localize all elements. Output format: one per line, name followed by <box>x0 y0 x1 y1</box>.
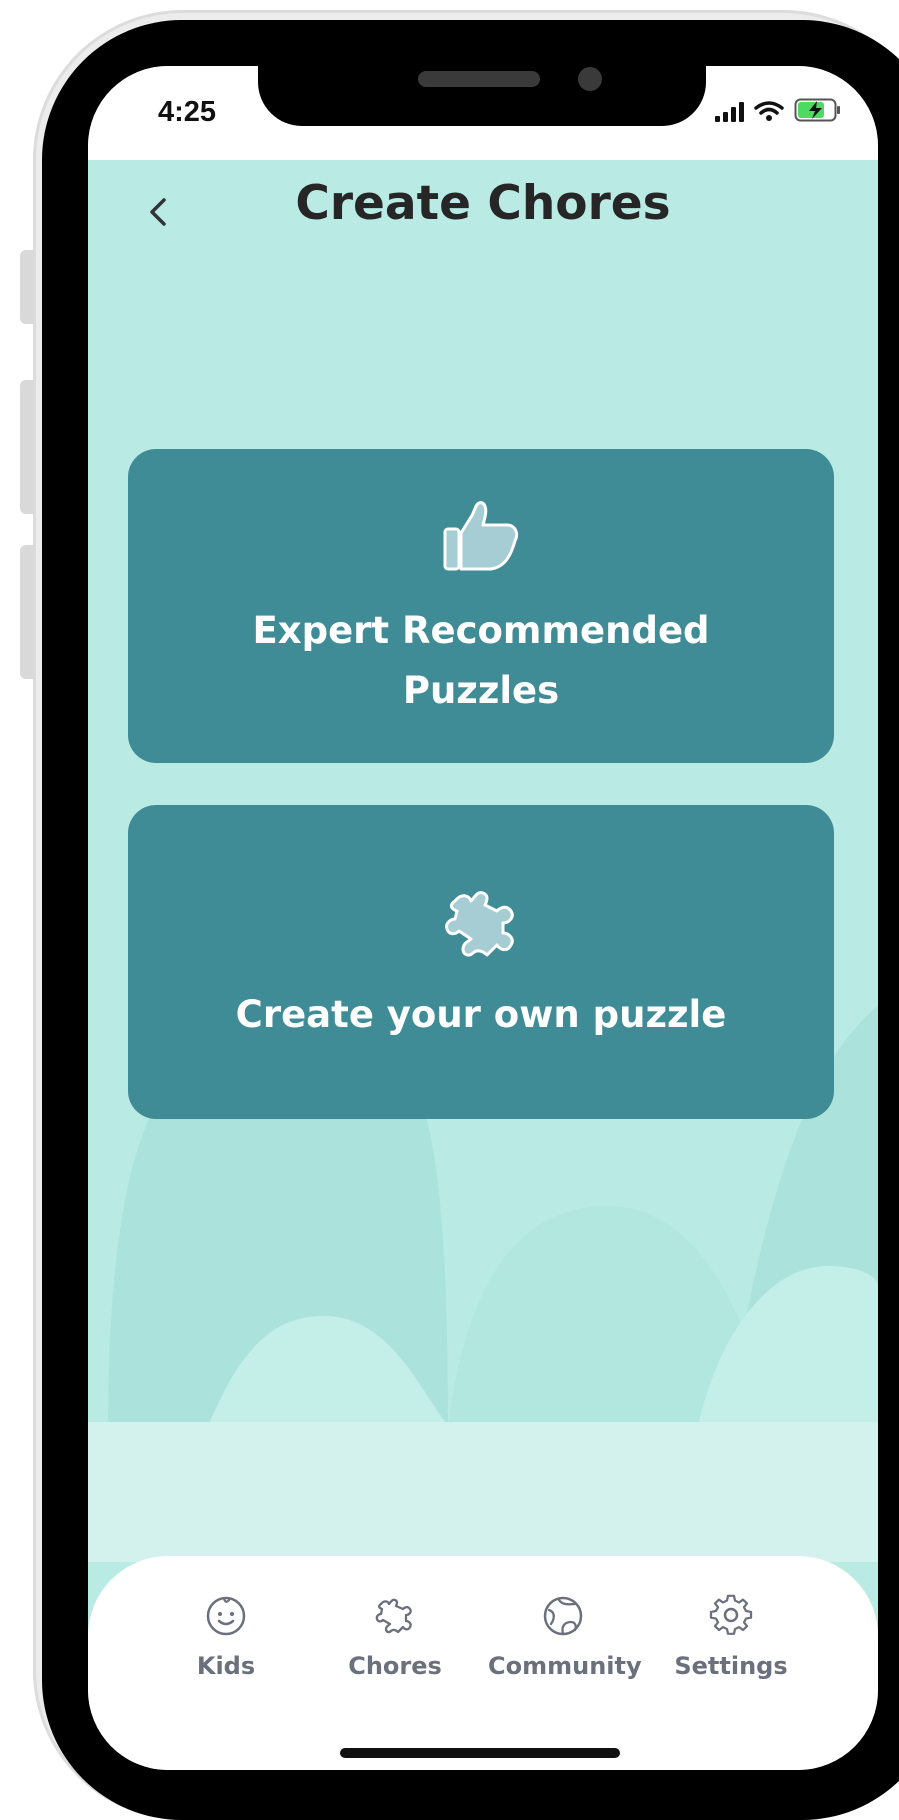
thumbs-up-icon <box>443 501 519 571</box>
status-time: 4:25 <box>158 96 217 128</box>
nav-label-kids: Kids <box>196 1652 256 1680</box>
status-icons <box>715 98 844 122</box>
cellular-signal-icon <box>715 102 744 122</box>
card-label: Create your own puzzle <box>235 993 727 1036</box>
front-camera <box>578 67 602 91</box>
nav-label-chores: Chores <box>348 1652 442 1680</box>
gear-icon <box>709 1594 753 1635</box>
puzzle-piece-icon <box>445 891 514 957</box>
volume-down-button <box>20 545 34 679</box>
battery-charging-icon <box>794 98 840 122</box>
nav-item-chores[interactable]: Chores <box>320 1594 470 1680</box>
bottom-nav: Kids Chores Community Settings <box>88 1556 878 1770</box>
home-indicator[interactable] <box>340 1748 620 1758</box>
nav-item-settings[interactable]: Settings <box>656 1594 806 1680</box>
expert-recommended-puzzles-card[interactable]: Expert Recommended Puzzles <box>128 449 834 763</box>
device-notch <box>258 66 706 126</box>
app-screen: 4:25 Create Chores Expert Recommended Pu… <box>88 66 878 1770</box>
globe-icon <box>543 1596 583 1636</box>
puzzle-piece-icon <box>375 1598 412 1634</box>
status-bar: 4:25 <box>88 66 878 160</box>
nav-label-settings: Settings <box>674 1652 788 1680</box>
wifi-icon <box>754 101 784 121</box>
card-label-line1: Expert Recommended <box>252 609 710 652</box>
nav-label-community: Community <box>488 1652 642 1680</box>
page-title: Create Chores <box>295 176 671 231</box>
nav-item-kids[interactable]: Kids <box>151 1594 301 1680</box>
smiley-face-icon <box>206 1596 246 1636</box>
volume-up-button <box>20 380 34 514</box>
nav-item-community[interactable]: Community <box>488 1594 642 1680</box>
speaker-grille <box>418 71 540 87</box>
mute-switch <box>20 250 34 324</box>
card-label-line2: Puzzles <box>402 669 560 712</box>
create-own-puzzle-card[interactable]: Create your own puzzle <box>128 805 834 1119</box>
